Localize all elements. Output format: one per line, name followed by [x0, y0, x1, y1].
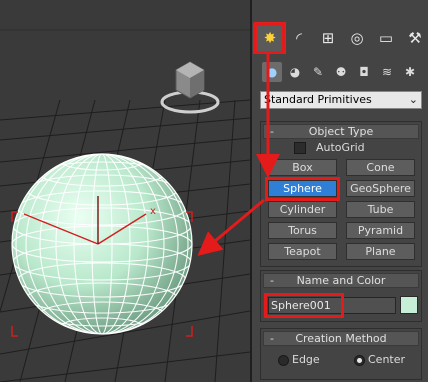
wave-icon: ≋ — [381, 65, 393, 79]
tab-utilities[interactable]: ⚒ — [401, 24, 428, 52]
creation-method-header[interactable]: - Creation Method — [263, 331, 419, 346]
object-name-field[interactable]: Sphere001 — [268, 297, 396, 314]
viewport-scene: x — [0, 29, 250, 382]
box-button[interactable]: Box — [268, 159, 337, 176]
sphere-button[interactable]: Sphere — [268, 180, 337, 197]
motion-icon: ◎ — [350, 29, 364, 47]
tab-hierarchy[interactable]: ⊞ — [314, 24, 342, 52]
center-label: Center — [368, 353, 406, 366]
category-space-warps[interactable]: ≋ — [377, 62, 397, 82]
tab-create[interactable]: ✸ — [254, 22, 286, 54]
rollout-title: Name and Color — [296, 274, 386, 287]
perspective-viewport[interactable]: x — [0, 0, 250, 382]
edge-label: Edge — [292, 353, 320, 366]
torus-button[interactable]: Torus — [268, 222, 337, 239]
collapse-toggle: - — [270, 332, 274, 345]
plane-button[interactable]: Plane — [346, 243, 415, 260]
name-and-color-rollout: - Name and Color — [260, 270, 422, 322]
autogrid-checkbox[interactable] — [294, 142, 306, 154]
primitive-type-dropdown[interactable]: Standard Primitives ⌄ — [260, 91, 422, 109]
tab-modify[interactable]: ◜ — [285, 24, 313, 52]
edge-radio[interactable] — [278, 355, 289, 366]
collapse-toggle: - — [270, 125, 274, 138]
cone-button[interactable]: Cone — [346, 159, 415, 176]
tube-button[interactable]: Tube — [346, 201, 415, 218]
pyramid-button[interactable]: Pyramid — [346, 222, 415, 239]
tab-motion[interactable]: ◎ — [343, 24, 371, 52]
sun-icon: ✸ — [263, 29, 277, 47]
hammer-icon: ⚒ — [408, 29, 422, 47]
modify-curve-icon: ◜ — [296, 29, 302, 47]
autogrid-label: AutoGrid — [316, 141, 365, 154]
command-panel-tabs: ✸ ◜ ⊞ ◎ ▭ ⚒ — [252, 22, 428, 54]
category-cameras[interactable]: ⚉ — [331, 62, 351, 82]
light-icon: ✎ — [312, 65, 324, 79]
hierarchy-icon: ⊞ — [321, 29, 335, 47]
category-helpers[interactable]: ◘ — [354, 62, 374, 82]
tab-display[interactable]: ▭ — [372, 24, 400, 52]
gears-icon: ✱ — [404, 65, 416, 79]
cylinder-button[interactable]: Cylinder — [268, 201, 337, 218]
axis-x-label: x — [150, 206, 156, 217]
chevron-down-icon: ⌄ — [408, 93, 418, 106]
helper-icon: ◘ — [359, 65, 369, 79]
collapse-toggle: - — [270, 274, 274, 287]
teapot-button[interactable]: Teapot — [268, 243, 337, 260]
object-type-header[interactable]: - Object Type — [263, 124, 419, 139]
category-geometry[interactable]: ● — [262, 62, 282, 82]
dropdown-value: Standard Primitives — [264, 93, 372, 106]
sphere-object — [11, 153, 193, 335]
create-category-bar: ● ◕ ✎ ⚉ ◘ ≋ ✱ — [262, 60, 422, 84]
display-monitor-icon: ▭ — [378, 29, 394, 47]
name-and-color-header[interactable]: - Name and Color — [263, 273, 419, 288]
camera-icon: ⚉ — [335, 65, 347, 79]
sphere-icon: ● — [266, 65, 278, 79]
category-systems[interactable]: ✱ — [400, 62, 420, 82]
geosphere-button[interactable]: GeoSphere — [346, 180, 415, 197]
category-lights[interactable]: ✎ — [308, 62, 328, 82]
rollout-title: Object Type — [308, 125, 374, 138]
center-radio[interactable] — [354, 355, 365, 366]
category-shapes[interactable]: ◕ — [285, 62, 305, 82]
rollout-title: Creation Method — [295, 332, 387, 345]
object-color-swatch[interactable] — [400, 296, 418, 314]
shapes-icon: ◕ — [289, 65, 301, 79]
